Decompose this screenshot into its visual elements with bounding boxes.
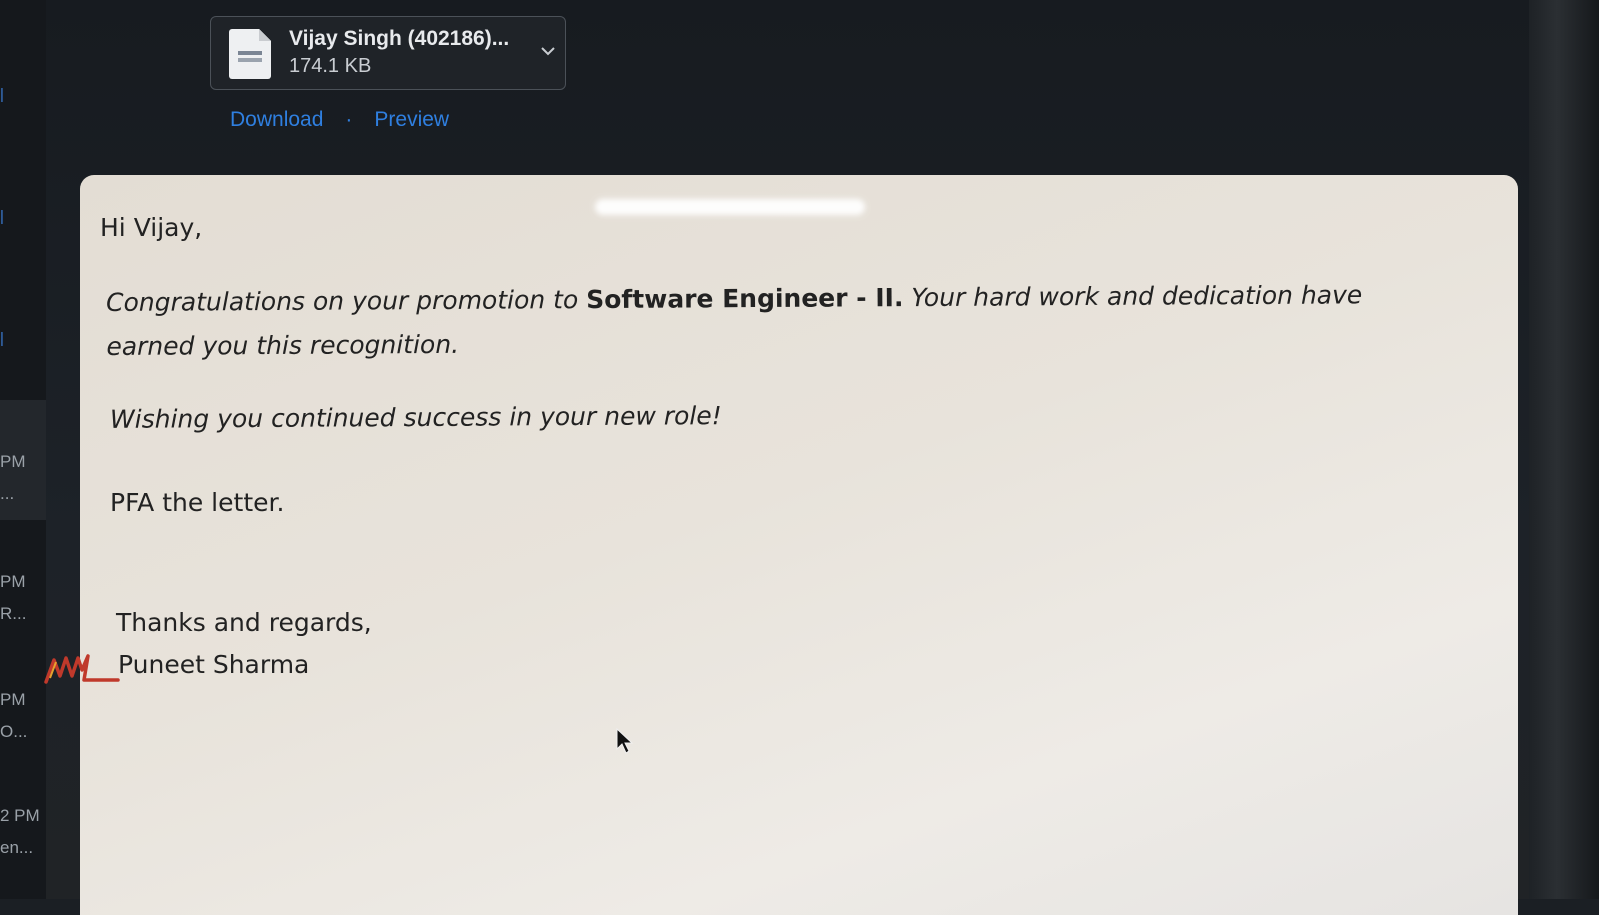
message-snippet: ... (0, 484, 15, 503)
preview-link[interactable]: Preview (374, 108, 449, 131)
screen-bezel (1529, 0, 1599, 899)
congratulations-paragraph: Congratulations on your promotion to Sof… (106, 273, 1457, 369)
chevron-down-icon[interactable] (541, 43, 555, 61)
unread-marker: | (0, 208, 4, 225)
message-snippet: R... (0, 604, 27, 623)
attachment-card[interactable]: Vijay Singh (402186)... 174.1 KB (210, 16, 566, 90)
message-time: 2 PM (0, 806, 40, 825)
sender-name: Puneet Sharma (118, 650, 310, 679)
message-snippet: en... (0, 838, 34, 857)
download-link[interactable]: Download (230, 108, 323, 131)
congrats-prefix: Congratulations on your promotion to (106, 285, 587, 317)
email-greeting: Hi Vijay, (100, 213, 203, 242)
mouse-cursor-icon (616, 727, 634, 754)
wish-line: Wishing you continued success in your ne… (109, 401, 722, 434)
attachment-file-name: Vijay Singh (402186)... (289, 27, 510, 50)
message-time: PM (0, 452, 26, 471)
unread-marker: | (0, 86, 4, 103)
closing-line: Thanks and regards, (116, 608, 372, 637)
email-body-panel: Hi Vijay, Congratulations on your promot… (80, 175, 1518, 915)
signature-image (44, 654, 120, 684)
attachment-actions: Download · Preview (230, 108, 449, 132)
action-separator: · (345, 108, 353, 131)
unread-marker: | (0, 330, 4, 347)
document-icon (229, 29, 271, 79)
attachment-file-size: 174.1 KB (289, 55, 372, 77)
screen-glare (595, 199, 865, 215)
new-role-title: Software Engineer - II. (586, 283, 904, 315)
pfa-line: PFA the letter. (110, 488, 285, 517)
message-list-sidebar: | | | PM ... PM R... PM O... 2 PM en... (0, 0, 46, 899)
message-time: PM (0, 690, 26, 709)
message-time: PM (0, 572, 26, 591)
message-snippet: O... (0, 722, 28, 741)
